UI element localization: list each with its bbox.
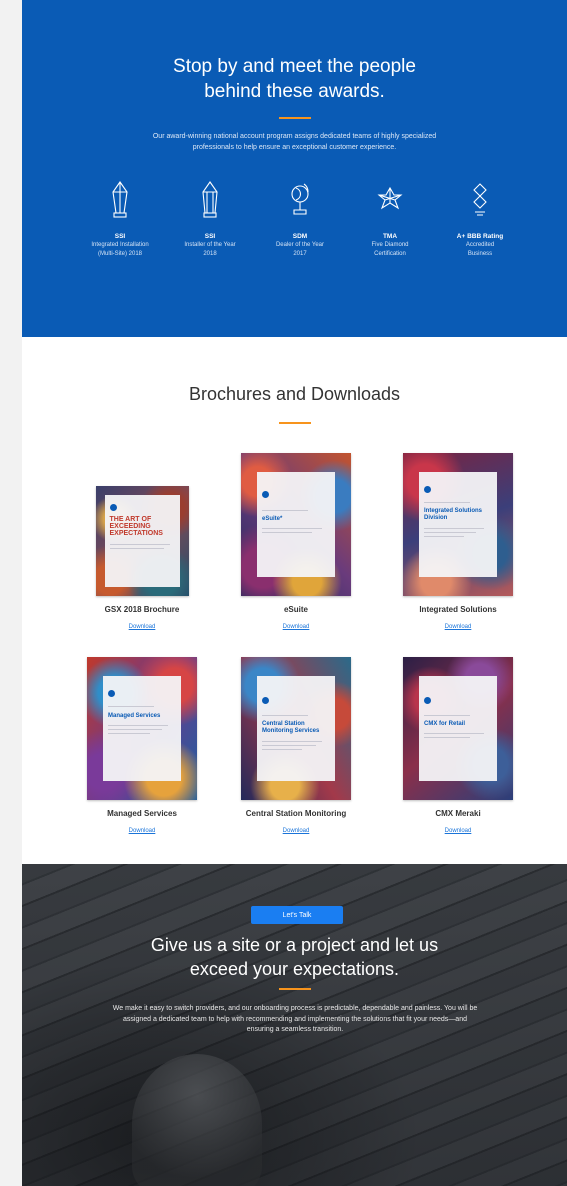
brochure-cover[interactable]: Central Station Monitoring Services [241,657,351,800]
award-desc-line2: Business [467,250,493,257]
award-desc-line2: 2018 [203,250,217,257]
brochure-label: CMX Meraki [435,809,481,818]
awards-title-line1: Stop by and meet the people [173,56,416,77]
brochure-card: CMX for Retail CMX Meraki Download [388,657,528,837]
award-org: A+ BBB Rating [456,233,504,240]
lets-talk-button[interactable]: Let's Talk [251,906,343,924]
award-desc-line2: Certification [374,250,406,257]
award-org: SSI [204,233,216,240]
brochure-label: Integrated Solutions [419,605,497,614]
cover-title: eSuite* [262,516,283,522]
brochure-label: Central Station Monitoring [245,809,347,818]
award-org: TMA [382,233,398,240]
cta-title: Give us a site or a project and let us e… [22,933,567,981]
brochure-label: Managed Services [107,809,177,818]
trophy-sphere-icon [291,183,309,215]
download-link[interactable]: Download [129,624,156,630]
brochure-label: eSuite [283,605,308,614]
download-link[interactable]: Download [283,828,310,834]
diamond-star-icon [377,186,403,210]
brochure-card: THE ART OF EXCEEDING EXPECTATIONS GSX 20… [72,486,212,633]
download-link[interactable]: Download [129,828,156,834]
awards-title-line2: behind these awards. [204,81,385,102]
background-photo-person [132,1054,262,1186]
cover-title: CMX for Retail [424,721,466,727]
award-item: A+ BBB Rating Accredited Business [435,180,525,258]
award-desc-line1: Installer of the Year [184,242,236,248]
cover-title: THE ART OF EXCEEDING EXPECTATIONS [109,516,163,537]
brochure-card: Managed Services Managed Services Downlo… [72,657,212,837]
brochure-card: eSuite* eSuite Download [226,453,366,633]
cta-title-line1: Give us a site or a project and let us [150,935,439,955]
download-link[interactable]: Download [445,828,472,834]
title-accent-divider [279,117,311,119]
awards-subtitle: Our award-winning national account progr… [152,133,437,151]
brochure-cover[interactable]: Managed Services [87,657,197,800]
brochure-cover[interactable]: eSuite* [241,453,351,596]
brochure-cover[interactable]: THE ART OF EXCEEDING EXPECTATIONS [95,486,189,596]
award-desc-line2: 2017 [293,250,307,257]
brochure-cover[interactable]: Integrated Solutions Division [403,453,513,596]
awards-title: Stop by and meet the people behind these… [22,54,567,104]
award-desc-line2: (Multi-Site) 2018 [97,250,142,257]
page: Stop by and meet the people behind these… [22,0,567,1186]
cta-accent-divider [279,988,311,990]
award-desc-line1: Five Diamond [371,242,409,248]
cover-title: Managed Services [108,713,161,719]
cta-title-line2: exceed your expectations. [189,959,400,979]
cover-title: Integrated Solutions Division [424,508,483,521]
trophy-crystal-icon [112,181,128,218]
cta-body: We make it easy to switch providers, and… [112,1005,478,1033]
bbb-torch-icon [473,183,487,216]
award-desc-line1: Dealer of the Year [275,242,325,248]
cover-title: Central Station Monitoring Services [262,721,320,734]
award-org: SSI [114,233,126,240]
awards-section: Stop by and meet the people behind these… [22,0,567,337]
award-org: SDM [292,233,308,240]
brochure-card: Central Station Monitoring Services Cent… [226,657,366,837]
award-desc-line1: Integrated Installation [91,242,149,248]
trophy-crystal-icon [202,181,218,218]
brochures-accent-divider [279,422,311,424]
brochure-card: Integrated Solutions Division Integrated… [388,453,528,633]
brochure-label: GSX 2018 Brochure [104,605,180,614]
award-desc-line1: Accredited [465,242,495,248]
brochure-cover[interactable]: CMX for Retail [403,657,513,800]
download-link[interactable]: Download [283,624,310,630]
award-item: SDM Dealer of the Year 2017 [255,180,345,258]
download-link[interactable]: Download [445,624,472,630]
award-item: TMA Five Diamond Certification [345,180,435,258]
award-item: SSI Integrated Installation (Multi-Site)… [75,180,165,258]
award-item: SSI Installer of the Year 2018 [165,180,255,258]
brochures-title: Brochures and Downloads [188,384,401,404]
